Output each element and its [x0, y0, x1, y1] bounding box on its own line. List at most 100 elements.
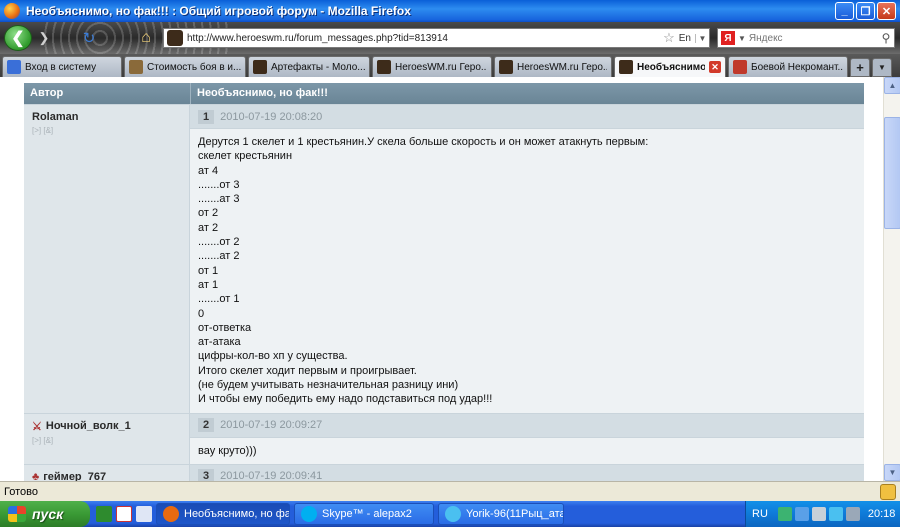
navigation-toolbar: ❮ ❯ ↻ ⌂ http://www.heroeswm.ru/forum_mes… — [0, 22, 900, 54]
tray-messenger-icon[interactable] — [828, 507, 843, 521]
scroll-down-button[interactable]: ▼ — [884, 464, 900, 481]
bookmark-star-icon[interactable]: ☆ — [663, 30, 675, 46]
post-text-line: скелет крестьянин — [198, 150, 293, 163]
author-mini-links[interactable]: [>] [&] — [32, 436, 181, 445]
tab-bar: Вход в систему Стоимость боя в и... Артефа… — [0, 54, 900, 77]
clan-badge-icon[interactable]: ♣ — [32, 471, 39, 481]
search-bar[interactable]: Я ▼ ⚲ — [717, 28, 895, 48]
browser-tab[interactable]: Необъяснимо... ✕ — [614, 56, 726, 77]
browser-tab[interactable]: Артефакты - Моло... — [248, 56, 370, 77]
taskbar-window-button[interactable]: Необъяснимо, но фа... — [156, 503, 290, 525]
post-author-cell: ♣геймер_767[>] [&] — [24, 464, 190, 481]
window-title: Необъяснимо, но фак!!! : Общий игровой ф… — [26, 4, 411, 18]
author-name-row: ⚔ Ночной_волк_1 — [32, 420, 181, 433]
url-bar[interactable]: http://www.heroeswm.ru/forum_messages.ph… — [163, 28, 710, 48]
browser-tab[interactable]: Вход в систему — [2, 56, 122, 77]
browser-tab[interactable]: HeroesWM.ru Геро... — [494, 56, 612, 77]
keyboard-language[interactable]: RU — [752, 508, 768, 520]
taskbar-button-label: Yorik-96(11Рыц_ата... — [466, 508, 564, 520]
search-icon[interactable]: ⚲ — [878, 31, 894, 45]
url-dropdown-icon[interactable]: ▼ — [695, 33, 709, 43]
addon-status-icon[interactable] — [880, 484, 896, 500]
browser-tab[interactable]: Стоимость боя в и... — [124, 56, 246, 77]
maximize-button[interactable]: ❐ — [856, 2, 875, 20]
clock[interactable]: 20:18 — [868, 508, 896, 520]
post-meta: 2 2010-07-19 20:09:27 — [190, 413, 864, 438]
post-text-line: от-ответка — [198, 321, 252, 334]
author-mini-links[interactable]: [>] [&] — [32, 126, 181, 135]
back-button[interactable]: ❮ — [4, 25, 32, 51]
post-date: 2010-07-19 20:09:27 — [220, 419, 323, 432]
yandex-logo-icon[interactable]: Я — [721, 31, 735, 45]
taskbar-app-icon — [445, 506, 461, 522]
new-tab-button[interactable]: + — [850, 58, 870, 77]
browser-tab[interactable]: Боевой Некромант... — [728, 56, 848, 77]
url-text[interactable]: http://www.heroeswm.ru/forum_messages.ph… — [187, 33, 663, 44]
scroll-up-button[interactable]: ▲ — [884, 77, 900, 94]
post-number[interactable]: 3 — [198, 469, 215, 481]
tab-label: Вход в систему — [25, 61, 97, 73]
taskbar-window-button[interactable]: Skype™ - alepax2 — [294, 503, 434, 525]
post-text-line: вау круто))) — [198, 444, 257, 457]
browser-tab[interactable]: HeroesWM.ru Геро... — [372, 56, 492, 77]
author-column-header: Автор — [30, 87, 64, 99]
author-name-link[interactable]: геймер_767 — [43, 471, 106, 481]
quicklaunch-app-icon[interactable] — [96, 506, 112, 522]
language-indicator[interactable]: En — [679, 33, 691, 44]
forum-post: ♣геймер_767[>] [&]32010-07-19 20:09:41 — [24, 463, 864, 481]
taskbar-window-button[interactable]: Yorik-96(11Рыц_ата... — [438, 503, 564, 525]
window-titlebar[interactable]: Необъяснимо, но фак!!! : Общий игровой ф… — [0, 0, 900, 22]
tab-favicon-icon — [253, 60, 267, 74]
scroll-thumb[interactable] — [884, 117, 900, 229]
author-name-link[interactable]: Rolaman — [32, 111, 78, 123]
close-button[interactable]: ✕ — [877, 2, 896, 20]
post-text: Дерутся 1 скелет и 1 крестьянин.У скела … — [190, 129, 864, 413]
tray-network-icon[interactable] — [777, 507, 792, 521]
quicklaunch-desktop-icon[interactable] — [136, 506, 152, 522]
reload-button[interactable]: ↻ — [80, 29, 98, 47]
tray-monitor-icon[interactable] — [811, 507, 826, 521]
taskbar-button-label: Skype™ - alepax2 — [322, 508, 412, 520]
tab-favicon-icon — [7, 60, 21, 74]
post-number[interactable]: 2 — [198, 418, 215, 433]
post-text-line: ат 4 — [198, 164, 219, 177]
windows-taskbar: пуск Необъяснимо, но фа... Skype™ - alepa… — [0, 501, 900, 527]
author-name-row: Rolaman — [32, 111, 181, 123]
search-input[interactable] — [748, 32, 878, 44]
post-text-line: цифры-кол-во хп у существа. — [198, 350, 348, 363]
post-author-cell: ⚔ Ночной_волк_1 [>] [&] — [24, 413, 190, 464]
post-text-line: .......ат 2 — [198, 250, 240, 263]
post-text-line: .......ат 3 — [198, 193, 240, 206]
tab-close-icon[interactable]: ✕ — [709, 61, 721, 73]
home-button[interactable]: ⌂ — [136, 28, 156, 48]
status-bar: Готово — [0, 481, 900, 501]
forum-post: Rolaman [>] [&] 1 2010-07-19 20:08:20 Дерутс… — [24, 104, 864, 413]
forum-post: ⚔ Ночной_волк_1 [>] [&] 2 2010-07-19 20:09:2… — [24, 412, 864, 464]
tab-list-button[interactable]: ▼ — [872, 58, 892, 77]
tab-favicon-icon — [129, 60, 143, 74]
start-button[interactable]: пуск — [0, 501, 90, 527]
status-text: Готово — [4, 485, 38, 498]
clan-badge-icon[interactable]: ⚔ — [32, 420, 42, 433]
post-text-line: ат 2 — [198, 221, 219, 234]
post-text: вау круто))) — [190, 438, 864, 464]
tray-volume-icon[interactable] — [845, 507, 860, 521]
search-engine-dropdown-icon[interactable]: ▼ — [738, 34, 746, 43]
post-number[interactable]: 1 — [198, 109, 215, 124]
site-favicon-icon — [167, 30, 183, 46]
quicklaunch-acrobat-icon[interactable] — [116, 506, 132, 522]
author-name-link[interactable]: Ночной_волк_1 — [46, 420, 131, 432]
page-content: Автор Необъяснимо, но фак!!! Rolaman [>] … — [0, 77, 900, 481]
taskbar-app-icon — [301, 506, 317, 522]
forward-button[interactable]: ❯ — [34, 29, 54, 47]
forum-header: Автор Необъяснимо, но фак!!! — [24, 83, 864, 104]
system-tray: RU 20:18 — [745, 501, 900, 527]
tab-favicon-icon — [499, 60, 513, 74]
vertical-scrollbar[interactable]: ▲ ▼ — [883, 77, 900, 481]
firefox-icon — [4, 3, 20, 19]
taskbar-app-icon — [163, 506, 179, 522]
post-date: 2010-07-19 20:09:41 — [220, 470, 323, 481]
post-body: 3 2010-07-19 20:09:41 — [190, 464, 864, 481]
minimize-button[interactable]: _ — [835, 2, 854, 20]
tray-skype-icon[interactable] — [794, 507, 809, 521]
